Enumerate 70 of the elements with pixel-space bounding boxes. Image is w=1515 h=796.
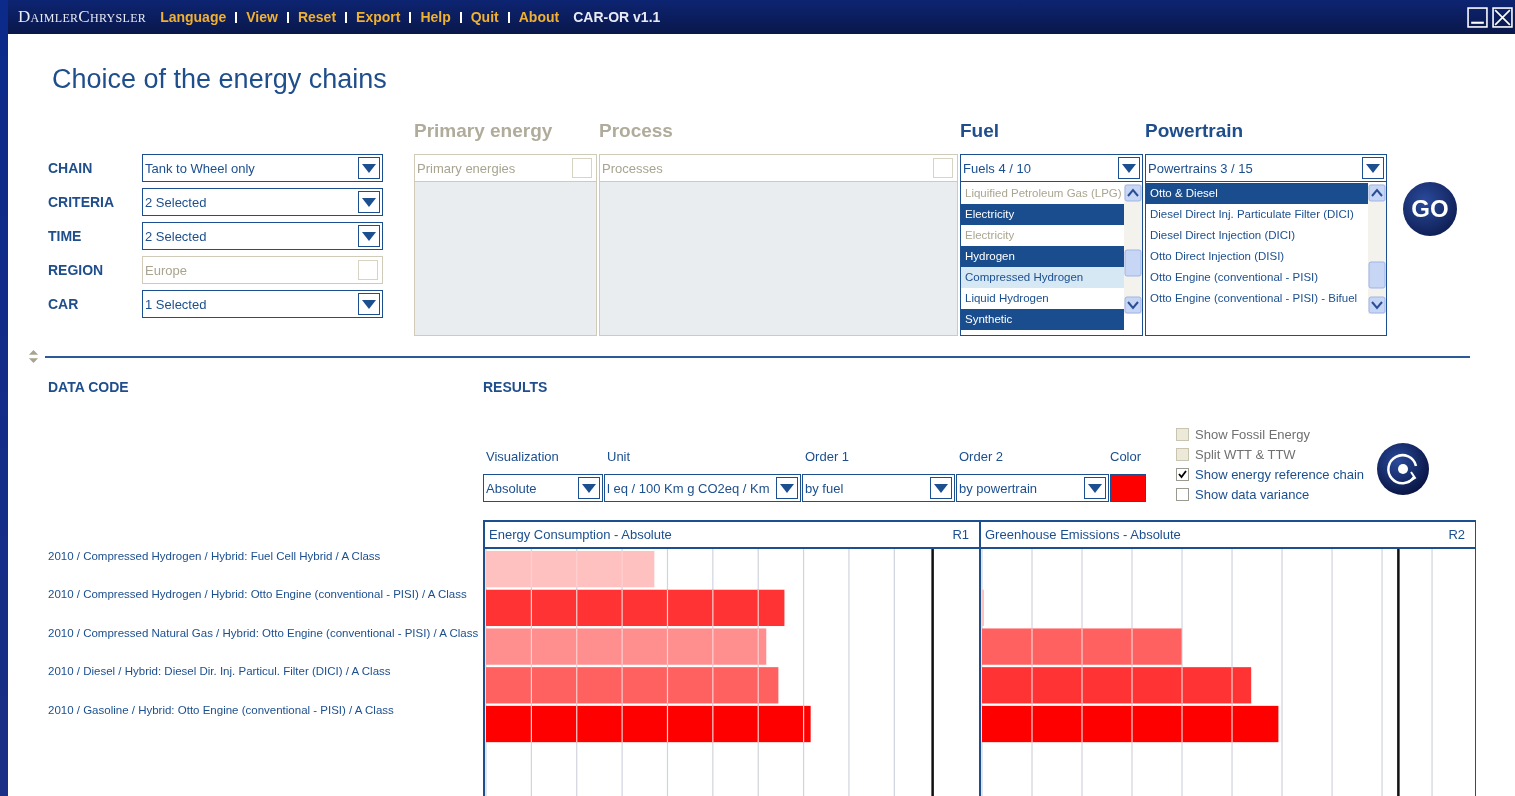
option-label: Split WTT & TTW — [1195, 447, 1296, 462]
list-item[interactable]: Otto & Diesel — [1146, 183, 1368, 204]
data-code-row-text: 2010 / Diesel / Hybrid: Diesel Dir. Inj. Particul. Filter (DICI) / A Class — [48, 665, 392, 680]
column-heading: Powertrain — [1145, 120, 1245, 143]
list-item[interactable]: Hydrogen — [961, 246, 1124, 267]
chain-dropdown[interactable]: Fuels 4 / 10 — [960, 154, 1143, 182]
list-item[interactable]: Otto Direct Injection (DISI) — [1146, 246, 1368, 267]
checkbox[interactable] — [1176, 468, 1189, 481]
menu-item[interactable]: About — [518, 9, 560, 25]
menu-item[interactable]: Help — [420, 9, 451, 25]
filter-label: CHAIN — [48, 160, 94, 176]
color-swatch[interactable] — [1110, 474, 1146, 502]
filter-label: TIME — [48, 228, 83, 244]
chart-title: Energy Consumption - Absolute — [489, 527, 672, 542]
list-item[interactable]: Electricity — [961, 204, 1124, 225]
result-dropdown[interactable]: by fuel — [802, 474, 955, 502]
data-code-row-text: 2010 / Compressed Natural Gas / Hybrid: Otto Engine (conventional - PISI) / A Class — [48, 626, 480, 641]
filter-label: CAR — [48, 296, 80, 312]
data-code-row-text: 2010 / Compressed Hydrogen / Hybrid: Otto Engine (conventional - PISI) / A Class — [48, 588, 468, 603]
chart-tag: R2 — [1448, 527, 1471, 542]
control-label: Unit — [606, 449, 632, 464]
option-label: Show data variance — [1195, 487, 1310, 502]
list-item[interactable]: Otto Engine (conventional - PISI) — [1146, 267, 1368, 288]
chart-tag: R1 — [952, 527, 975, 542]
filter-dropdown[interactable]: Tank to Wheel only — [142, 154, 383, 182]
menu-item[interactable]: Export — [356, 9, 401, 25]
filter-dropdown[interactable]: 2 Selected — [142, 188, 383, 216]
control-label: Color — [1110, 449, 1143, 464]
scrollbar[interactable] — [1368, 184, 1386, 314]
section-heading: DATA CODE — [48, 379, 130, 395]
data-code-row-text: 2010 / Gasoline / Hybrid: Otto Engine (conventional - PISI) / A Class — [48, 703, 395, 718]
result-dropdown[interactable]: Absolute — [483, 474, 603, 502]
column-heading: Primary energy — [414, 120, 554, 143]
filter-dropdown[interactable]: 2 Selected — [142, 222, 383, 250]
list-item[interactable]: Synthetic — [961, 309, 1124, 330]
filter-label: REGION — [48, 262, 105, 278]
data-code-row-text: 2010 / Compressed Hydrogen / Hybrid: Fuel Cell Hybrid / A Class — [48, 550, 382, 564]
list-item[interactable]: Liquid Hydrogen — [961, 288, 1124, 309]
list-item[interactable]: Diesel Direct Inj. Particulate Filter (DICI) — [1146, 204, 1368, 225]
close-icon[interactable] — [1492, 6, 1513, 28]
version-label: CAR-OR v1.1 — [573, 9, 661, 25]
result-dropdown[interactable]: by powertrain — [956, 474, 1109, 502]
menu-item[interactable]: Quit — [470, 9, 499, 25]
result-dropdown[interactable]: l eq / 100 Km g CO2eq / Km — [604, 474, 801, 502]
column-heading: Process — [599, 120, 674, 143]
page-title: Choice of the energy chains — [52, 64, 388, 96]
menu-item[interactable]: Language — [160, 9, 227, 25]
list-item[interactable]: Otto Engine (conventional - PISI) - Bifuel — [1146, 288, 1368, 309]
filter-label: CRITERIA — [48, 194, 116, 210]
chart-title: Greenhouse Emissions - Absolute — [985, 527, 1181, 542]
section-heading: RESULTS — [483, 379, 549, 395]
list-item[interactable]: Compressed Hydrogen — [961, 267, 1124, 288]
scrollbar[interactable] — [1124, 184, 1142, 314]
control-label: Order 2 — [958, 449, 1005, 464]
menu-item[interactable]: View — [246, 9, 278, 25]
list-item[interactable]: Diesel Direct Injection (DICI) — [1146, 225, 1368, 246]
minimize-icon[interactable] — [1467, 6, 1488, 28]
splitter-handle-icon[interactable] — [28, 350, 39, 363]
filter-dropdown[interactable]: 1 Selected — [142, 290, 383, 318]
brand-logo: DaimlerChrysler — [18, 7, 147, 27]
checkbox[interactable] — [1176, 488, 1189, 501]
go-button[interactable]: GO — [1403, 182, 1457, 236]
menu-item[interactable]: Reset — [297, 9, 337, 25]
option-label: Show Fossil Energy — [1195, 427, 1310, 442]
control-label: Order 1 — [804, 449, 851, 464]
refresh-button[interactable] — [1376, 442, 1431, 496]
option-label: Show energy reference chain — [1195, 467, 1365, 482]
control-label: Visualization — [485, 449, 560, 464]
column-heading: Fuel — [960, 120, 1001, 143]
chain-dropdown[interactable]: Powertrains 3 / 15 — [1145, 154, 1387, 182]
